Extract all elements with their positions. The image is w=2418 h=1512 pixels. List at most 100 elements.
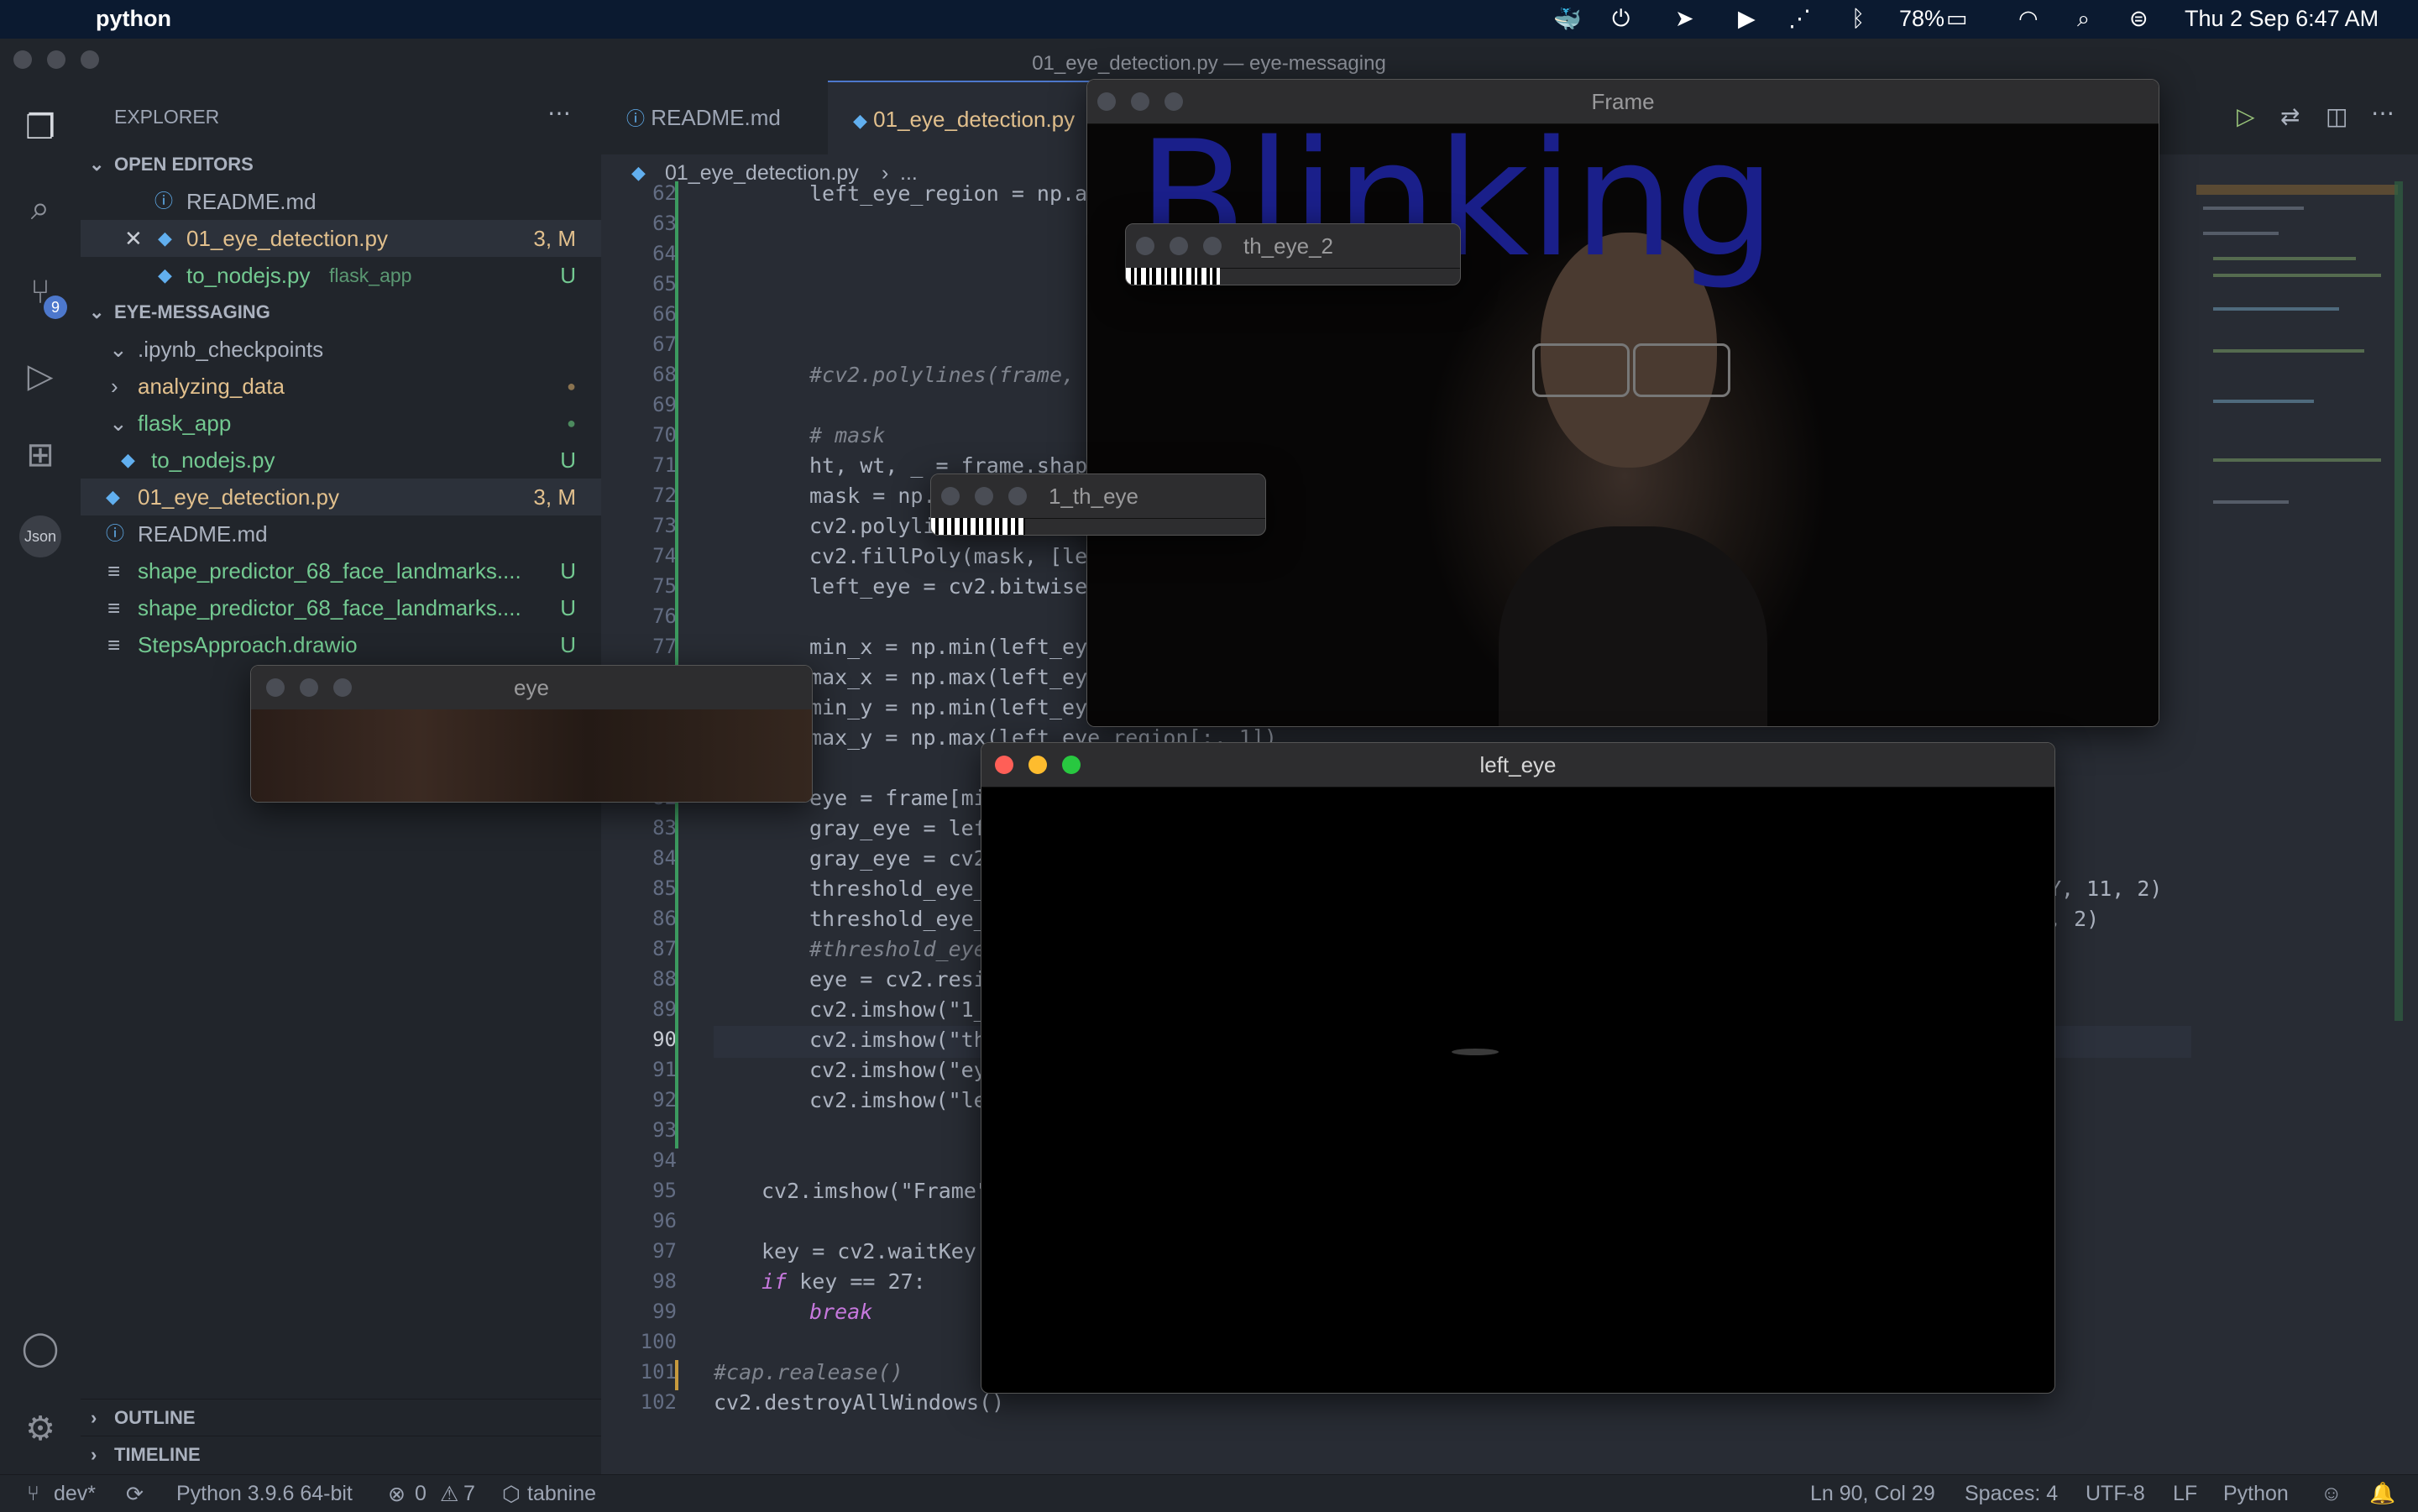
shoulders-image [1499,526,1767,726]
minimap[interactable] [2196,181,2398,534]
send-icon[interactable]: ➤ [1675,6,1694,32]
cursor-position[interactable]: Ln 90, Col 29 [1810,1482,1935,1506]
search-icon[interactable]: ⌕ [2077,6,2090,33]
settings-gear-icon[interactable]: ⚙ [18,1407,62,1451]
power-icon[interactable]: ⏻ [1612,6,1630,33]
minimize-button[interactable] [975,487,993,505]
timeline-section[interactable]: › TIMELINE [81,1436,601,1473]
branch-icon: ⑂ [27,1482,40,1505]
line-number: 88 [652,967,677,991]
git-branch[interactable]: dev* [54,1482,96,1506]
more-actions-icon[interactable]: ⋯ [2371,99,2394,127]
line-number: 87 [652,937,677,960]
code-line: threshold_eye_ [809,876,987,901]
language-mode[interactable]: Python [2223,1482,2289,1506]
source-control-icon[interactable]: ⑂ 9 [18,270,67,319]
maximize-button[interactable] [1008,487,1027,505]
dots-icon[interactable]: ⋰ [1788,6,1811,32]
tree-file[interactable]: ◆ 01_eye_detection.py 3, M [81,479,601,515]
code-line: threshold_eye_ [809,907,987,931]
feedback-icon[interactable]: ☺ [2321,1482,2342,1506]
run-debug-icon[interactable]: ▷ [18,354,62,398]
tree-folder[interactable]: ⌄ flask_app ● [81,405,601,442]
tree-file[interactable]: ⓘ README.md [81,515,601,552]
line-number: 69 [652,393,677,416]
minimize-button[interactable] [1170,237,1188,255]
close-button[interactable] [1136,237,1154,255]
eye-window[interactable]: eye [250,665,813,803]
line-number: 94 [652,1148,677,1172]
line-number: 65 [652,272,677,296]
glasses-right-lens [1633,343,1730,397]
python-icon: ◆ [853,110,867,131]
account-icon[interactable]: ◯ [18,1326,62,1370]
open-editor-item[interactable]: ✕ ◆ 01_eye_detection.py 3, M [81,220,601,257]
json-icon[interactable]: Json [18,509,62,557]
th-eye-1-window[interactable]: 1_th_eye [930,473,1266,536]
tree-folder[interactable]: ⌄ .ipynb_checkpoints [81,331,601,368]
line-number: 86 [652,907,677,930]
tab-readme[interactable]: ⓘ README.md [601,81,843,154]
overview-ruler [2394,181,2403,1021]
tree-file[interactable]: ≡ StepsApproach.drawio U [81,626,601,663]
search-icon[interactable]: ⌕ [18,186,62,230]
line-number: 84 [652,846,677,870]
left-eye-window[interactable]: left_eye [981,742,2055,1394]
line-number: 63 [652,212,677,235]
battery-icon[interactable]: ▭ [1946,6,1968,32]
app-menu[interactable]: python [96,6,171,32]
python-icon: ◆ [106,486,120,507]
control-center-icon[interactable]: ⊜ [2129,6,2148,32]
play-icon[interactable]: ▶ [1738,6,1756,32]
chevron-down-icon: ⌄ [109,337,128,362]
tabnine-status[interactable]: tabnine [527,1482,596,1506]
python-interpreter[interactable]: Python 3.9.6 64-bit [176,1482,353,1506]
frame-window[interactable]: Blinking Frame [1086,79,2159,727]
indentation[interactable]: Spaces: 4 [1965,1482,2058,1506]
error-count[interactable]: 0 [415,1482,427,1506]
threshold-image [1126,268,1220,285]
line-number: 74 [652,544,677,568]
tree-file[interactable]: ≡ shape_predictor_68_face_landmarks.... … [81,589,601,626]
project-section[interactable]: ⌄ EYE-MESSAGING [81,294,601,331]
th-eye-2-window[interactable]: th_eye_2 [1125,223,1461,285]
files-icon[interactable]: ❐ [18,106,62,149]
chevron-down-icon: ⌄ [109,411,128,436]
code-line: mask = np. [809,484,936,508]
code-line-tail: , 2) [2049,907,2100,931]
split-editor-icon[interactable]: ◫ [2326,102,2347,130]
threshold-image [931,518,1025,535]
info-icon: ⓘ [626,108,646,129]
wifi-icon[interactable]: ◠ [2018,6,2039,32]
more-actions-icon[interactable]: ⋯ [547,99,571,127]
error-icon: ⊗ [388,1483,406,1506]
extensions-icon[interactable]: ⊞ [18,433,62,477]
close-button[interactable] [941,487,960,505]
bluetooth-icon[interactable]: ᛒ [1851,6,1865,32]
notifications-bell-icon[interactable]: 🔔 [2369,1482,2395,1506]
line-number: 96 [652,1209,677,1232]
code-line: gray_eye = cv2 [809,846,987,871]
status-bar: ⑂ dev* ⟳ Python 3.9.6 64-bit ⊗ 0 ⚠ 7 ⬡ t… [0,1474,2418,1512]
line-ending[interactable]: LF [2173,1482,2197,1506]
tree-file[interactable]: ◆ to_nodejs.py U [81,442,601,479]
tree-file[interactable]: ≡ shape_predictor_68_face_landmarks.... … [81,552,601,589]
code-line: gray_eye = lef [809,816,987,840]
encoding[interactable]: UTF-8 [2086,1482,2145,1506]
warning-count[interactable]: 7 [463,1482,475,1506]
tree-folder[interactable]: › analyzing_data ● [81,368,601,405]
maximize-button[interactable] [1203,237,1222,255]
open-editor-item[interactable]: ⓘ README.md [81,183,601,220]
info-icon: ⓘ [154,191,174,212]
open-editor-item[interactable]: ◆ to_nodejs.py flask_app U [81,257,601,294]
sync-icon[interactable]: ⟳ [126,1482,144,1507]
outline-section[interactable]: › OUTLINE [81,1399,601,1436]
clock[interactable]: Thu 2 Sep 6:47 AM [2185,6,2379,32]
open-editors-section[interactable]: ⌄ OPEN EDITORS [81,146,601,183]
close-icon[interactable]: ✕ [124,220,143,257]
compare-changes-icon[interactable]: ⇄ [2280,102,2300,130]
th-eye-2-title: th_eye_2 [1243,233,1333,259]
docker-icon[interactable]: 🐳 [1553,6,1582,33]
python-icon: ◆ [158,264,172,285]
run-icon[interactable]: ▷ [2237,102,2255,130]
